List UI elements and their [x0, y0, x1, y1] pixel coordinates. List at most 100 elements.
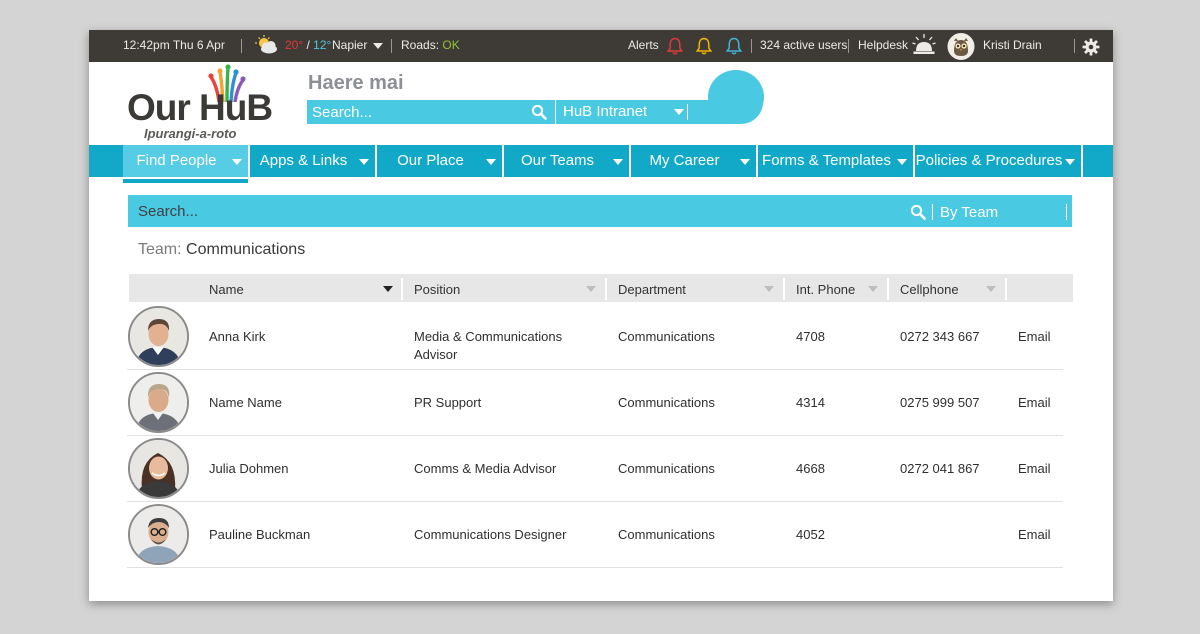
sort-icon[interactable]: [986, 286, 996, 292]
nav-end-cap: [1081, 145, 1113, 177]
nav-label: Forms & Templates: [762, 152, 891, 169]
email-link[interactable]: Email: [1018, 526, 1051, 544]
email-link[interactable]: Email: [1018, 460, 1051, 478]
main-nav: Find People Apps & Links Our Place Our T…: [89, 145, 1113, 183]
chevron-down-icon: [740, 159, 750, 165]
app-window: 12:42pm Thu 6 Apr 20° / 12° Napier Roads…: [89, 30, 1113, 601]
search-decoration-tail: [689, 100, 763, 124]
status-bar: 12:42pm Thu 6 Apr 20° / 12° Napier Roads…: [89, 30, 1113, 62]
nav-label: Apps & Links: [259, 152, 348, 169]
bell-icon[interactable]: [695, 36, 713, 56]
team-label: Team:: [138, 241, 182, 258]
chevron-down-icon: [674, 109, 684, 115]
nav-label: Find People: [136, 152, 217, 169]
bell-icon[interactable]: [725, 36, 743, 56]
person-department: Communications: [618, 461, 715, 476]
service-bell-icon[interactable]: [912, 34, 936, 58]
person-photo: [128, 372, 189, 433]
site-search-input[interactable]: [312, 102, 522, 122]
sort-icon[interactable]: [586, 286, 596, 292]
person-cellphone: 0272 343 667: [900, 329, 980, 344]
nav-policies-procedures[interactable]: Policies & Procedures: [913, 145, 1081, 177]
table-header: Name Position Department Int. Phone Cell…: [129, 274, 1073, 302]
column-header-name[interactable]: Name: [209, 274, 244, 302]
person-photo: [128, 306, 189, 367]
team-name: Communications: [186, 241, 306, 258]
person-int-phone: 4708: [796, 329, 825, 344]
search-scope-select[interactable]: HuB Intranet: [555, 100, 689, 124]
column-header-cellphone[interactable]: Cellphone: [900, 274, 959, 302]
person-department: Communications: [618, 329, 715, 344]
table-row[interactable]: Name Name PR Support Communications 4314…: [127, 370, 1063, 436]
person-department: Communications: [618, 395, 715, 410]
location-dropdown[interactable]: Napier: [332, 30, 384, 62]
person-int-phone: 4668: [796, 461, 825, 476]
alerts-label: Alerts: [628, 38, 659, 52]
person-photo: [128, 504, 189, 565]
search-filter-by-team[interactable]: By Team: [940, 195, 998, 231]
email-link[interactable]: Email: [1018, 328, 1051, 346]
person-photo: [128, 438, 189, 499]
chevron-down-icon: [613, 159, 623, 165]
table-row[interactable]: Pauline Buckman Communications Designer …: [127, 502, 1063, 568]
sort-desc-icon[interactable]: [383, 286, 393, 292]
sort-icon[interactable]: [764, 286, 774, 292]
person-name[interactable]: Julia Dohmen: [209, 460, 289, 478]
search-scope-value: HuB Intranet: [563, 103, 648, 120]
chevron-down-icon: [232, 159, 242, 165]
person-cellphone: 0275 999 507: [900, 395, 980, 410]
nav-find-people[interactable]: Find People: [123, 145, 248, 183]
person-int-phone: 4052: [796, 527, 825, 542]
people-search: By Team: [128, 195, 1072, 227]
person-cellphone: 0272 041 867: [900, 461, 980, 476]
search-icon[interactable]: [531, 104, 547, 125]
person-int-phone: 4314: [796, 395, 825, 410]
nav-our-place[interactable]: Our Place: [375, 145, 502, 177]
email-link[interactable]: Email: [1018, 394, 1051, 412]
chevron-down-icon: [1065, 159, 1075, 165]
person-name[interactable]: Pauline Buckman: [209, 526, 310, 544]
table-row[interactable]: Julia Dohmen Comms & Media Advisor Commu…: [127, 436, 1063, 502]
chevron-down-icon: [486, 159, 496, 165]
gear-icon[interactable]: [1082, 37, 1100, 56]
nav-label: Policies & Procedures: [915, 152, 1063, 169]
nav-apps-links[interactable]: Apps & Links: [248, 145, 375, 177]
bell-icon[interactable]: [666, 36, 684, 56]
chevron-down-icon: [359, 159, 369, 165]
site-search: [307, 100, 555, 124]
person-name[interactable]: Anna Kirk: [209, 328, 265, 346]
roads-status: Roads: OK: [401, 38, 460, 52]
user-name[interactable]: Kristi Drain: [983, 30, 1042, 62]
nav-label: My Career: [649, 152, 720, 169]
nav-my-career[interactable]: My Career: [629, 145, 756, 177]
user-avatar[interactable]: [947, 33, 975, 61]
person-position: PR Support: [414, 395, 482, 410]
chevron-down-icon: [897, 159, 907, 165]
person-position: Comms & Media Advisor: [414, 461, 557, 476]
logo-subtitle: Ipurangi-a-roto: [144, 126, 237, 141]
person-name[interactable]: Name Name: [209, 394, 282, 412]
logo-title: Our HuB: [127, 87, 273, 128]
sort-icon[interactable]: [868, 286, 878, 292]
team-heading: Team: Communications: [138, 241, 305, 259]
column-header-int-phone[interactable]: Int. Phone: [796, 274, 855, 302]
person-position: Communications Designer: [414, 527, 567, 542]
search-icon[interactable]: [910, 204, 926, 225]
weather-temp: 20° / 12°: [285, 38, 332, 52]
person-position: Media & Communications Advisor: [414, 329, 563, 362]
helpdesk-link[interactable]: Helpdesk: [858, 30, 908, 62]
person-department: Communications: [618, 527, 715, 542]
chevron-down-icon: [373, 42, 384, 49]
nav-our-teams[interactable]: Our Teams: [502, 145, 629, 177]
active-users-count: 324 active users: [760, 38, 848, 52]
date-time: 12:42pm Thu 6 Apr: [123, 38, 225, 52]
nav-label: Our Teams: [520, 152, 595, 169]
nav-forms-templates[interactable]: Forms & Templates: [756, 145, 913, 177]
partly-cloudy-icon: [255, 35, 279, 57]
column-header-department[interactable]: Department: [618, 274, 686, 302]
nav-label: Our Place: [397, 152, 464, 169]
people-search-input[interactable]: [138, 200, 898, 222]
table-row[interactable]: Anna Kirk Media & Communications Advisor…: [127, 304, 1063, 370]
column-header-position[interactable]: Position: [414, 274, 460, 302]
greeting: Haere mai: [308, 72, 404, 94]
